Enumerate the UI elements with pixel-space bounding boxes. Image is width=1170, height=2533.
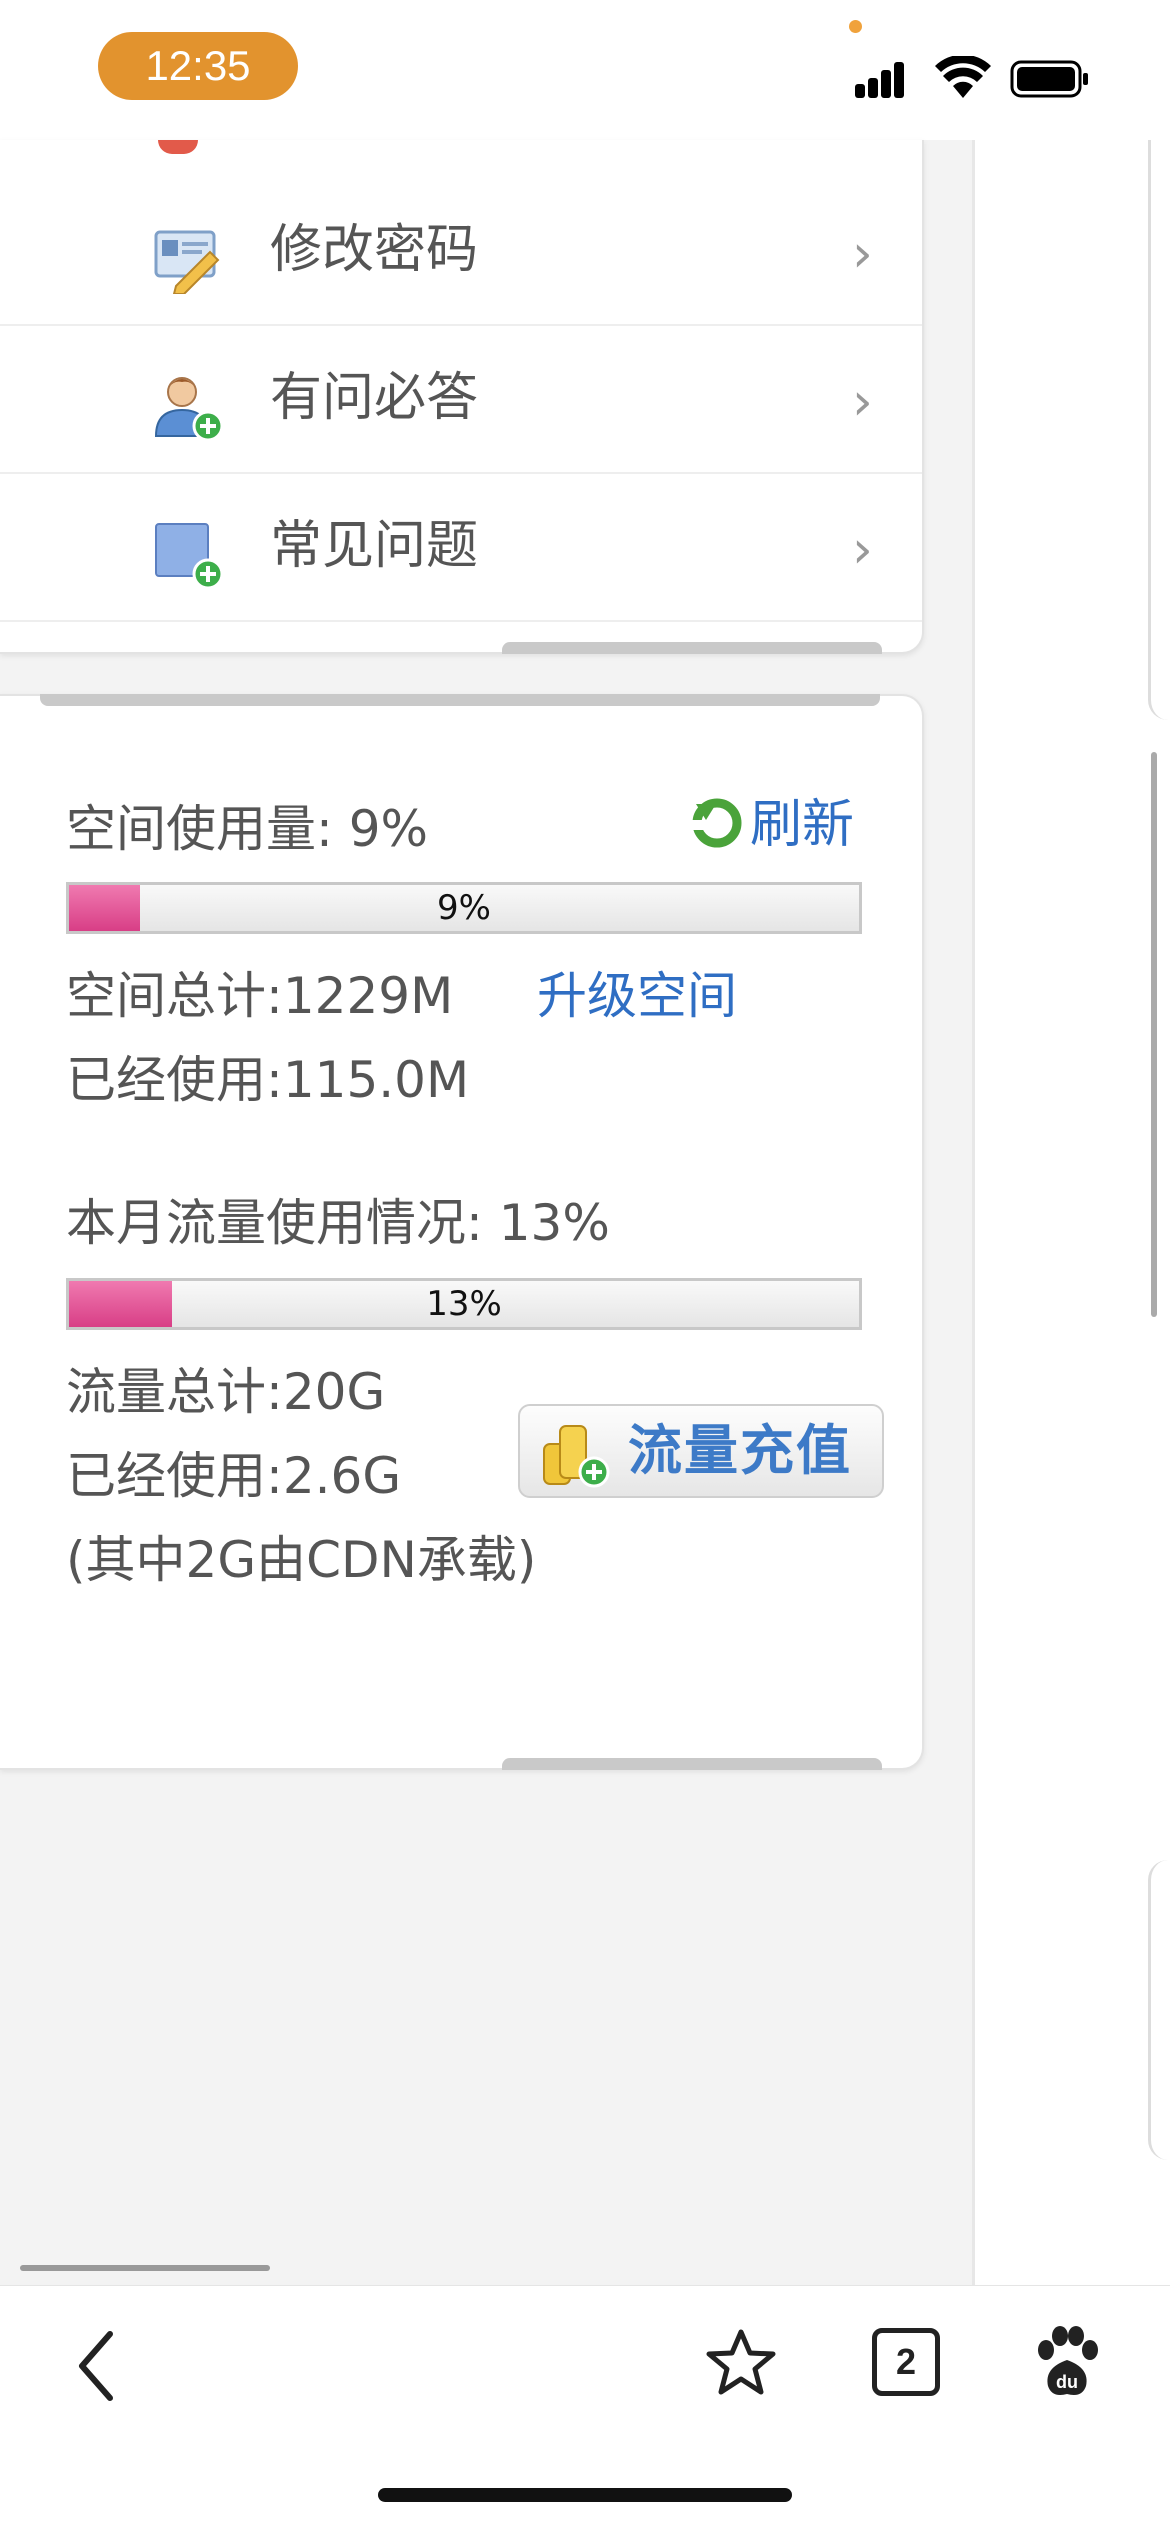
traffic-used: 已经使用:2.6G — [66, 1447, 402, 1505]
traffic-usage-title: 本月流量使用情况: 13% — [66, 1194, 610, 1252]
traffic-progress-text: 13% — [426, 1284, 502, 1324]
cellular-signal-icon — [855, 58, 915, 98]
cdn-note: (其中2G由CDN承载) — [66, 1531, 537, 1589]
menu-item-qa[interactable]: 有问必答 › — [0, 326, 922, 474]
menu-item-change-password[interactable]: 修改密码 › — [0, 178, 922, 326]
password-edit-icon — [154, 230, 220, 294]
menu-item-label: 常见问题 — [270, 516, 479, 576]
storage-progress-bar: 9% — [66, 882, 862, 934]
coins-add-icon — [543, 1425, 610, 1488]
tabs-count-button[interactable]: 2 — [872, 2328, 940, 2396]
chevron-right-icon: › — [852, 520, 873, 580]
wifi-icon — [935, 56, 991, 98]
back-arrow-icon[interactable] — [70, 2326, 130, 2406]
time-display: 12:35 — [98, 32, 298, 100]
bookmark-star-icon[interactable] — [705, 2326, 777, 2398]
storage-progress-text: 9% — [437, 888, 491, 928]
storage-total-line: 空间总计:1229M 升级空间 — [66, 962, 737, 1030]
baidu-paw-icon[interactable]: du — [1032, 2324, 1102, 2400]
refresh-icon — [688, 798, 742, 848]
storage-used: 已经使用:115.0M — [66, 1051, 470, 1109]
storage-usage-title: 空间使用量: 9% — [66, 800, 429, 858]
storage-total: 空间总计:1229M — [66, 967, 454, 1025]
status-bar: 12:35 — [0, 0, 1170, 140]
menu-item-faq[interactable]: 常见问题 › — [0, 474, 922, 622]
side-panel — [972, 140, 1170, 2285]
traffic-total: 流量总计:20G — [66, 1363, 386, 1421]
chevron-right-icon: › — [852, 372, 873, 432]
horizontal-scrollbar[interactable] — [20, 2265, 270, 2271]
refresh-label: 刷新 — [750, 795, 855, 855]
menu-item-icon-partial — [158, 140, 198, 154]
upgrade-space-link[interactable]: 升级空间 — [537, 967, 737, 1025]
traffic-recharge-label: 流量充值 — [628, 1419, 852, 1482]
traffic-progress-bar: 13% — [66, 1278, 862, 1330]
faq-add-icon — [155, 523, 224, 590]
user-add-icon — [154, 377, 224, 442]
vertical-scrollbar[interactable] — [1151, 752, 1157, 1317]
svg-text:du: du — [1056, 2372, 1078, 2392]
chevron-right-icon: › — [852, 224, 873, 284]
menu-item-label: 有问必答 — [270, 368, 479, 428]
account-menu-card: 修改密码 › 有问必答 › 常见问题 › — [0, 140, 924, 654]
traffic-recharge-button[interactable]: 流量充值 — [518, 1404, 884, 1498]
privacy-indicator-dot — [849, 20, 862, 33]
menu-item-label: 修改密码 — [270, 220, 479, 280]
home-indicator — [378, 2488, 792, 2502]
battery-icon — [1010, 60, 1088, 98]
